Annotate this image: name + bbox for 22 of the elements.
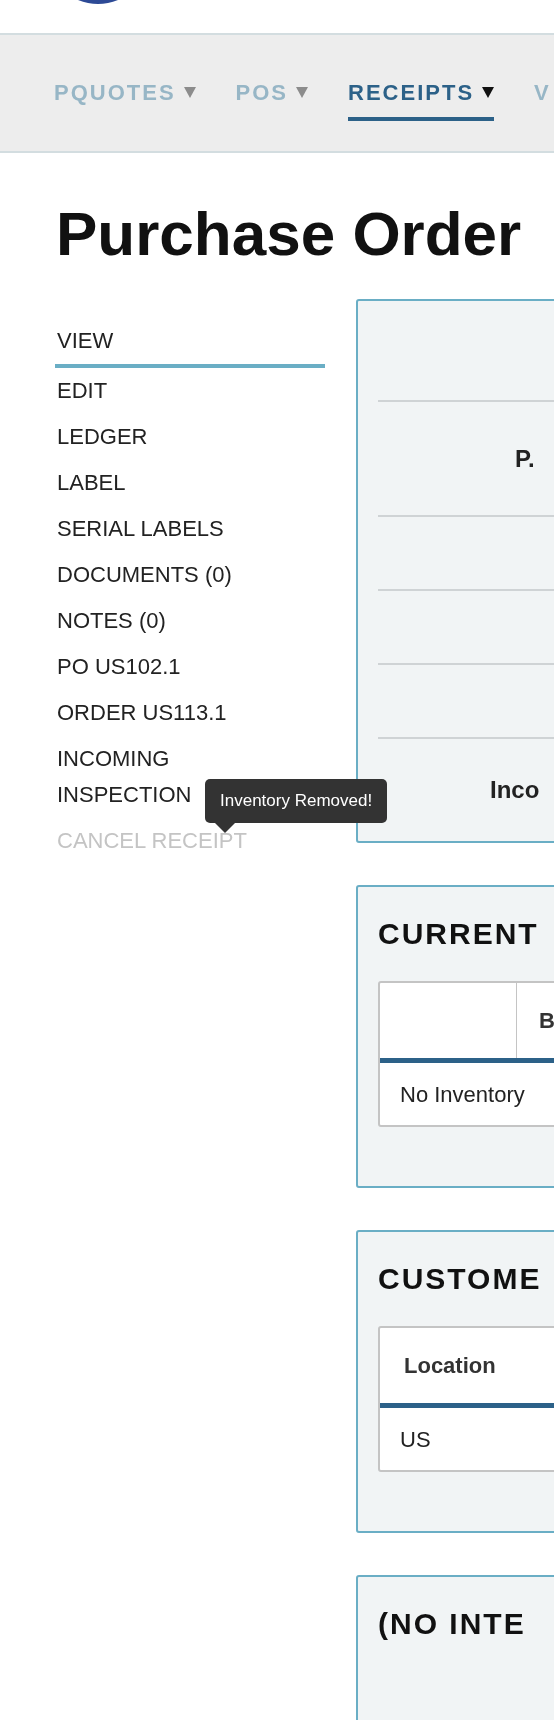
table-cell-text: No Inventory [400, 1080, 525, 1109]
logo-icon [78, 0, 118, 4]
sidebar-link[interactable]: ORDER US113.1 [55, 690, 325, 736]
section-title: (NO INTE [378, 1609, 527, 1639]
sidebar-link[interactable]: SERIAL LABELS [55, 506, 325, 552]
sidebar-link[interactable]: VIEW [55, 318, 325, 368]
sidebar-link[interactable]: NOTES (0) [55, 598, 325, 644]
sidebar-link[interactable]: LEDGER [55, 414, 325, 460]
column-header: B [539, 1007, 554, 1035]
sidebar-link[interactable]: DOCUMENTS (0) [55, 552, 325, 598]
field-label: P. [515, 443, 535, 474]
nav-tab[interactable]: RECEIPTS [348, 65, 495, 121]
page-title: Purchase Order [56, 203, 523, 265]
sidebar-link[interactable]: EDIT [55, 368, 325, 414]
column-header: Location [404, 1352, 496, 1380]
tooltip-arrow-icon [215, 822, 235, 833]
section-title: CUSTOME [378, 1264, 543, 1294]
table-cell-text: US [400, 1425, 431, 1454]
sidebar-link[interactable]: LABEL [55, 460, 325, 506]
sidebar-link[interactable]: PO US102.1 [55, 644, 325, 690]
field-label: Inco [490, 775, 540, 805]
section-title: CURRENT [378, 919, 540, 949]
